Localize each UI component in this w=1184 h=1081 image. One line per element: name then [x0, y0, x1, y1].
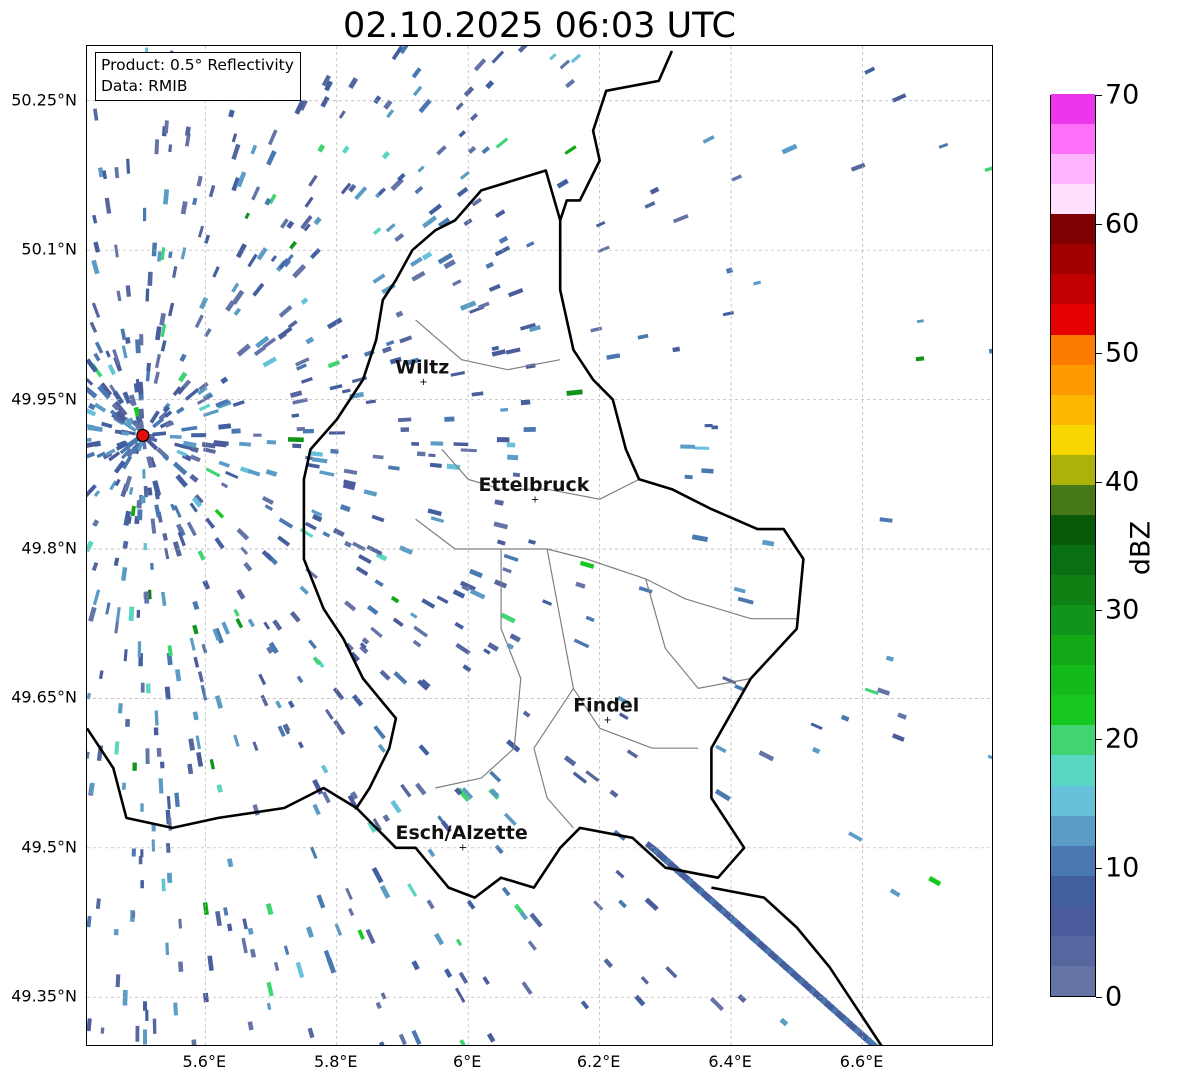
- city-marker: +Wiltz: [395, 357, 449, 389]
- colorbar-tick: [1096, 352, 1102, 354]
- colorbar-tick-label: 50: [1105, 337, 1140, 369]
- data-source-label: Data: RMIB: [101, 77, 188, 95]
- colorbar-tick: [1096, 610, 1102, 612]
- city-label: Esch/Alzette: [396, 822, 528, 844]
- city-marker: +Findel: [573, 694, 639, 726]
- lat-tick-label: 49.5°N: [21, 837, 77, 857]
- lat-tick-label: 50.25°N: [11, 90, 77, 110]
- colorbar-segment: [1051, 183, 1095, 215]
- lat-tick-label: 50.1°N: [21, 239, 77, 259]
- city-label: Findel: [573, 694, 639, 716]
- lon-tick-label: 5.8°E: [313, 1052, 358, 1071]
- colorbar-segment: [1051, 845, 1095, 876]
- colorbar-tick: [1096, 481, 1102, 483]
- dbz-colorbar: [1050, 93, 1096, 997]
- colorbar-tick-label: 0: [1105, 981, 1123, 1013]
- colorbar-segment: [1051, 935, 1095, 966]
- colorbar-segment: [1051, 574, 1095, 606]
- colorbar-segment: [1051, 484, 1095, 515]
- colorbar-segment: [1051, 243, 1095, 275]
- colorbar-segment: [1051, 724, 1095, 756]
- city-marker-cross: +: [531, 495, 539, 506]
- colorbar-tick-label: 60: [1105, 208, 1140, 240]
- product-label: Product: 0.5° Reflectivity: [101, 56, 294, 74]
- colorbar-segment: [1051, 514, 1095, 545]
- colorbar-tick-label: 20: [1105, 723, 1140, 755]
- city-marker-cross: +: [603, 715, 611, 726]
- city-label: Ettelbruck: [478, 474, 589, 496]
- colorbar-tick: [1096, 95, 1102, 96]
- colorbar-segment: [1051, 123, 1095, 155]
- product-info-box: Product: 0.5° Reflectivity Data: RMIB: [95, 52, 301, 101]
- colorbar-tick: [1096, 868, 1102, 870]
- lat-tick-label: 49.35°N: [11, 986, 77, 1006]
- city-label: Wiltz: [395, 357, 449, 379]
- colorbar-tick: [1096, 223, 1102, 225]
- colorbar-segment: [1051, 664, 1095, 696]
- colorbar-segment: [1051, 694, 1095, 726]
- lon-tick-label: 6°E: [453, 1052, 482, 1071]
- radar-map[interactable]: + Wiltz + Ettelbruck + Findel + Esch/Alzette: [86, 45, 993, 1046]
- map-title: 02.10.2025 06:03 UTC: [343, 6, 736, 46]
- colorbar-segment: [1051, 364, 1095, 395]
- colorbar-tick: [1096, 997, 1102, 998]
- colorbar-segment: [1051, 815, 1095, 846]
- radar-site-marker[interactable]: [136, 428, 150, 443]
- colorbar-segment: [1051, 544, 1095, 576]
- lat-tick-label: 49.8°N: [21, 538, 77, 558]
- colorbar-segment: [1051, 875, 1095, 906]
- colorbar-segment: [1051, 303, 1095, 335]
- colorbar-segment: [1051, 273, 1095, 305]
- colorbar-segment: [1051, 754, 1095, 786]
- colorbar-segment: [1051, 454, 1095, 485]
- radar-map-canvas: +Wiltz+Ettelbruck+Findel+Esch/Alzette: [87, 46, 992, 1045]
- colorbar-tick-label: 70: [1105, 79, 1140, 111]
- lat-tick-label: 49.95°N: [11, 389, 77, 409]
- colorbar-segment: [1051, 424, 1095, 455]
- colorbar-tick-label: 30: [1105, 594, 1140, 626]
- city-marker-cross: +: [419, 377, 427, 388]
- colorbar-segment: [1051, 334, 1095, 365]
- colorbar-tick-label: 40: [1105, 466, 1140, 498]
- colorbar-segment: [1051, 153, 1095, 185]
- colorbar-segment: [1051, 213, 1095, 245]
- lat-tick-label: 49.65°N: [11, 687, 77, 707]
- colorbar-segment: [1051, 634, 1095, 666]
- colorbar-segment: [1051, 93, 1095, 125]
- reflectivity-echo-layer: [87, 46, 992, 1045]
- colorbar-segment: [1051, 785, 1095, 816]
- colorbar-segment: [1051, 604, 1095, 636]
- colorbar-segment: [1051, 905, 1095, 936]
- radar-site-layer: [136, 428, 150, 443]
- lon-tick-label: 5.6°E: [182, 1052, 227, 1071]
- colorbar-segment: [1051, 394, 1095, 425]
- lon-tick-label: 6.2°E: [576, 1052, 621, 1071]
- colorbar-unit-label: dBZ: [1125, 520, 1157, 576]
- colorbar-tick: [1096, 739, 1102, 741]
- lon-tick-label: 6.6°E: [839, 1052, 884, 1071]
- lon-tick-label: 6.4°E: [708, 1052, 752, 1071]
- colorbar-tick-label: 10: [1105, 852, 1140, 884]
- colorbar-segment: [1051, 965, 1095, 996]
- city-marker-cross: +: [459, 842, 467, 853]
